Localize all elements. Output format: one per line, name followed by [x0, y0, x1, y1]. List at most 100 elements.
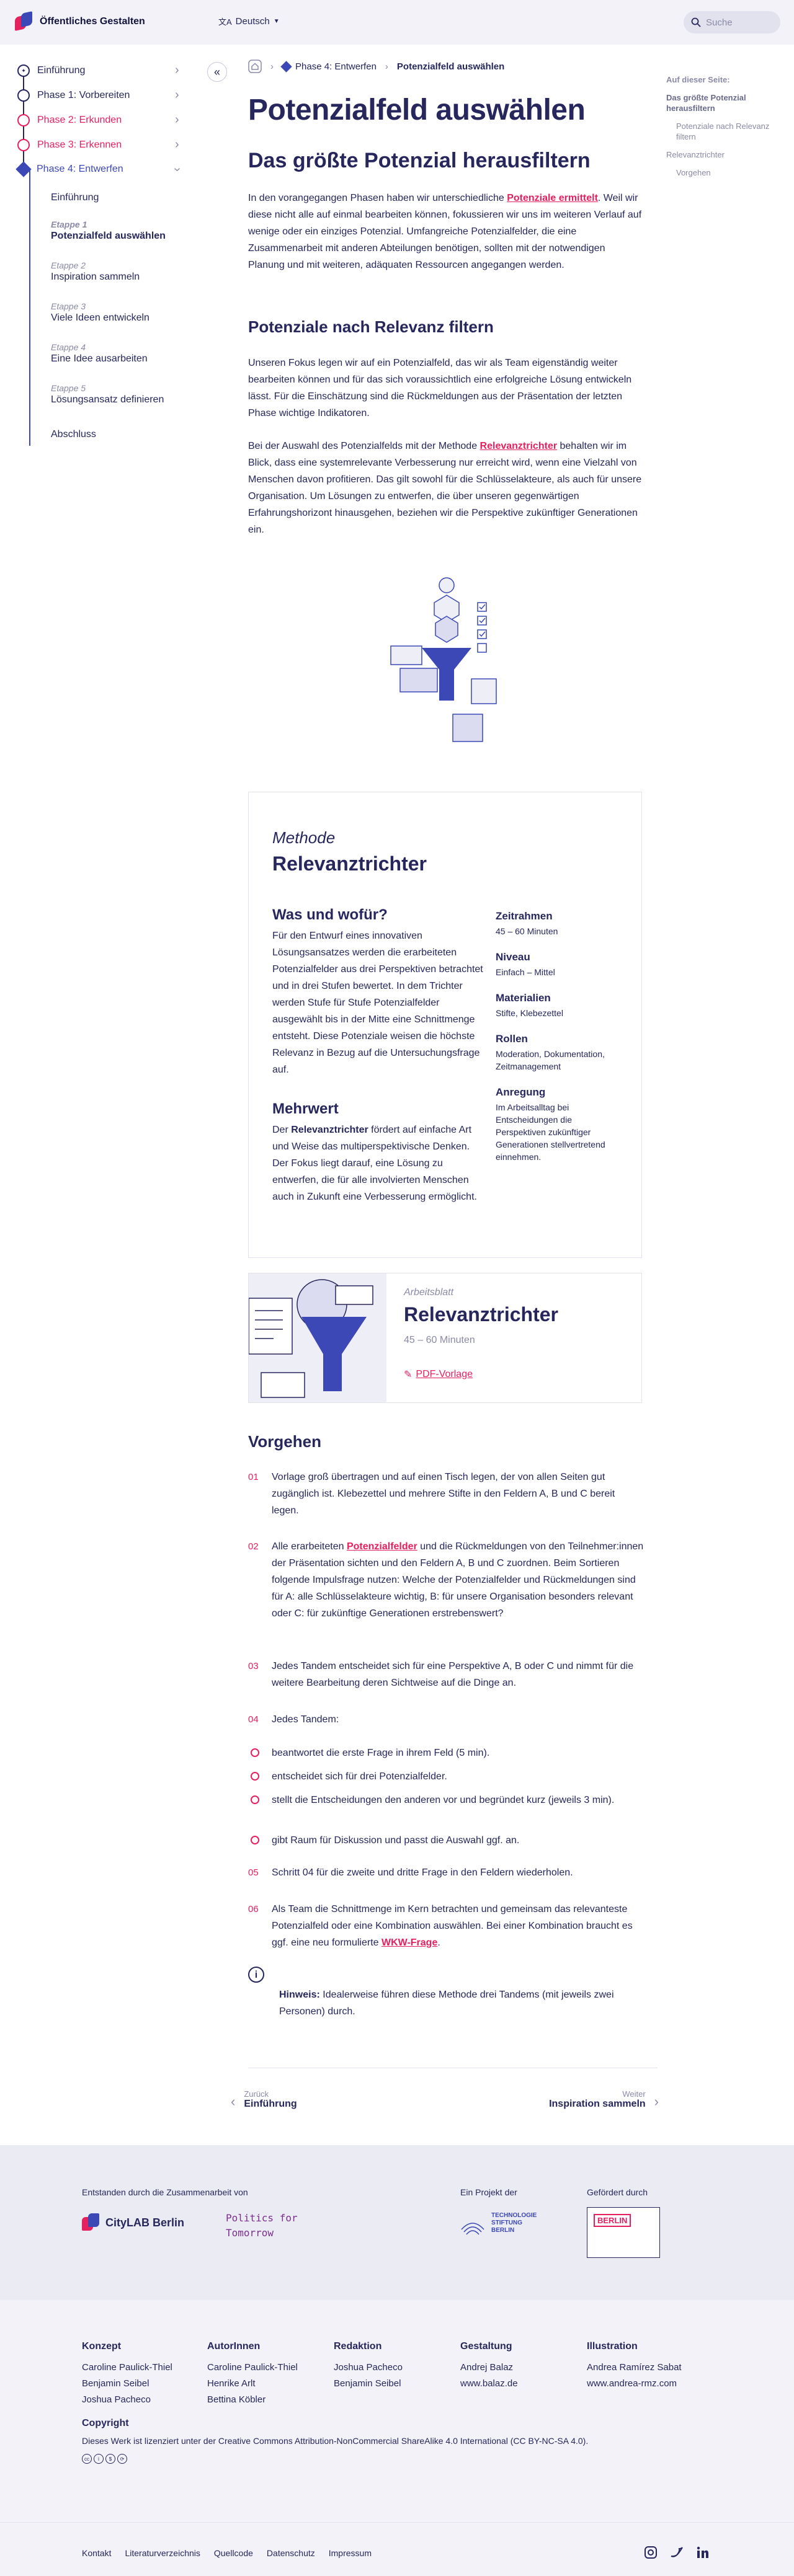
step-04: 04 Jedes Tandem: — [248, 1714, 339, 1725]
step-04-item: gibt Raum für Diskussion und passt die A… — [248, 1832, 645, 1849]
sidebar-closing[interactable]: Abschluss — [51, 429, 96, 440]
sidebar-nav: ✦ Einführung › Phase 1: Vorbereiten › Ph… — [0, 45, 237, 479]
footer-link[interactable]: Literaturverzeichnis — [125, 2548, 200, 2558]
chevron-right-icon: › — [385, 61, 388, 72]
chevron-right-icon[interactable]: › — [175, 88, 179, 102]
politics-for-tomorrow-logo[interactable]: Politics for Tomorrow — [226, 2211, 300, 2241]
wkw-question-link[interactable]: WKW-Frage — [381, 1937, 437, 1948]
step-03: 03 Jedes Tandem entscheidet sich für eine… — [248, 1661, 634, 1688]
worksheet-card: Arbeitsblatt Relevanztrichter 45 – 60 Mi… — [248, 1273, 642, 1403]
relevance-funnel-link[interactable]: Relevanztrichter — [480, 441, 558, 451]
potentials-link[interactable]: Potenziale ermittelt — [507, 193, 598, 203]
step-02: 02 Alle erarbeiteten Potenzialfelder und … — [248, 1541, 644, 1619]
sidebar-item-phase-3[interactable]: Phase 3: Erkennen — [17, 139, 122, 151]
citylab-logo[interactable]: CityLAB Berlin — [82, 2213, 184, 2232]
cc-license-icons[interactable]: cc i $ ⟳ — [82, 2454, 127, 2464]
step-04-item: beantwortet die erste Frage in ihrem Fel… — [248, 1745, 645, 1761]
search-icon — [691, 17, 701, 27]
translate-icon: 文A — [218, 17, 232, 27]
sidebar-step-2[interactable]: Etappe 2 Inspiration sammeln — [51, 260, 140, 283]
toc-heading: Auf dieser Seite: — [666, 75, 730, 84]
prev-page-link[interactable]: ‹ Zurück Einführung — [231, 2089, 297, 2110]
next-page-link[interactable]: Weiter Inspiration sammeln › — [527, 2089, 659, 2110]
footer-link[interactable]: Kontakt — [82, 2548, 111, 2558]
credit-column: Redaktion Joshua Pacheco Benjamin Seibel — [334, 2341, 403, 2389]
diamond-icon — [280, 60, 292, 73]
sidebar-step-1[interactable]: Etappe 1 Potenzialfeld auswählen — [51, 219, 166, 242]
sidebar-sub-intro[interactable]: Einführung — [51, 192, 99, 203]
method-title: Relevanztrichter — [272, 852, 427, 875]
toc-item[interactable]: Das größte Potenzial herausfiltern — [666, 92, 784, 113]
method-kicker: Methode — [272, 828, 336, 847]
pdf-download-link[interactable]: ✎ PDF-Vorlage — [404, 1368, 558, 1381]
method-card: Methode Relevanztrichter Was und wofür? … — [248, 792, 642, 1258]
value-title: Mehrwert — [272, 1100, 339, 1117]
tsb-icon — [461, 2223, 484, 2235]
section-1-text: In den vorangegangen Phasen haben wir un… — [248, 193, 642, 270]
toc-item[interactable]: Potenziale nach Relevanz filtern — [666, 121, 784, 142]
berlin-logo[interactable]: BERLIN — [587, 2207, 660, 2258]
credit-column: Illustration Andrea Ramírez Sabat www.andr… — [587, 2339, 682, 2392]
home-icon[interactable] — [248, 60, 262, 73]
footer-link[interactable]: Quellcode — [214, 2548, 253, 2558]
chevron-left-icon: ‹ — [231, 2094, 236, 2109]
chevron-right-icon[interactable]: › — [175, 138, 179, 152]
breadcrumb-phase[interactable]: Phase 4: Entwerfen — [280, 60, 377, 73]
collapse-sidebar-button[interactable]: « — [207, 62, 227, 82]
credit-link[interactable]: www.andrea-rmz.com — [587, 2376, 682, 2392]
section-2-text-2: Bei der Auswahl des Potenzialfelds mit d… — [248, 441, 642, 535]
credit-column: Gestaltung Andrej Balaz www.balaz.de — [460, 2339, 518, 2392]
edit-icon: ✎ — [404, 1370, 413, 1380]
sidebar-item-intro[interactable]: ✦ Einführung — [17, 64, 85, 77]
hint: i Hinweis: Idealerweise führen diese Met… — [248, 1967, 645, 2020]
sidebar-item-phase-4[interactable]: Phase 4: Entwerfen — [16, 161, 123, 177]
twitter-icon[interactable] — [670, 2546, 684, 2559]
credit-link[interactable]: www.balaz.de — [460, 2376, 518, 2392]
funded-label: Gefördert durch — [587, 2187, 648, 2197]
what-title: Was und wofür? — [272, 906, 388, 923]
site-logo[interactable]: Öffentliches Gestalten — [15, 11, 145, 31]
sidebar-step-5[interactable]: Etappe 5 Lösungsansatz definieren — [51, 383, 164, 405]
sidebar-item-phase-2[interactable]: Phase 2: Erkunden — [17, 114, 122, 126]
worksheet-kicker: Arbeitsblatt — [404, 1287, 454, 1298]
worksheet-illustration — [249, 1273, 386, 1402]
social-links — [644, 2546, 710, 2559]
caret-down-icon: ▼ — [273, 18, 280, 25]
toc-item[interactable]: Relevanztrichter — [666, 149, 784, 160]
instagram-icon[interactable] — [644, 2546, 658, 2559]
step-05: 05 Schritt 04 für die zweite und dritte F… — [248, 1867, 573, 1878]
breadcrumb-current: Potenzialfeld auswählen — [396, 61, 505, 72]
footer-link[interactable]: Impressum — [329, 2548, 372, 2558]
compass-icon: ✦ — [17, 64, 30, 77]
language-selector[interactable]: 文A Deutsch ▼ — [218, 15, 280, 27]
chevron-right-icon: › — [270, 61, 274, 72]
what-text: Für den Entwurf eines innovativen Lösung… — [272, 931, 483, 1075]
footer-link[interactable]: Datenschutz — [267, 2548, 315, 2558]
procedure-title: Vorgehen — [248, 1432, 321, 1451]
step-04-item: stellt die Entscheidungen den anderen vo… — [248, 1792, 645, 1808]
breadcrumb: › Phase 4: Entwerfen › Potenzialfeld aus… — [248, 60, 504, 73]
funnel-illustration — [390, 577, 497, 742]
step-06: 06 Als Team die Schnittmenge im Kern betr… — [248, 1904, 633, 1948]
sidebar-step-3[interactable]: Etappe 3 Viele Ideen entwickeln — [51, 301, 149, 324]
chevron-down-icon[interactable]: › — [170, 167, 184, 172]
circle-icon — [17, 114, 30, 126]
partners-footer: Entstanden durch die Zusammenarbeit von … — [0, 2145, 794, 2300]
circle-icon — [251, 1795, 259, 1804]
chevron-right-icon[interactable]: › — [175, 113, 179, 127]
copyright-block: Copyright Dieses Werk ist lizenziert unte… — [82, 2418, 589, 2446]
toc-item[interactable]: Vorgehen — [666, 167, 784, 178]
diamond-icon — [16, 161, 32, 177]
search-input[interactable]: Suche — [684, 11, 780, 33]
step-04-item: entscheidet sich für drei Potenzialfelde… — [248, 1768, 645, 1785]
section-2-text-1: Unseren Fokus legen wir auf ein Potenzia… — [248, 358, 632, 418]
site-title: Öffentliches Gestalten — [40, 16, 145, 27]
logo-icon — [15, 11, 32, 31]
sidebar-step-4[interactable]: Etappe 4 Eine Idee ausarbeiten — [51, 342, 148, 365]
step-01: 01 Vorlage groß übertragen und auf einen … — [248, 1472, 615, 1516]
tsb-logo[interactable]: TECHNOLOGIE STIFTUNG BERLIN — [460, 2211, 537, 2236]
potential-fields-link[interactable]: Potenzialfelder — [347, 1541, 417, 1552]
chevron-right-icon[interactable]: › — [175, 63, 179, 77]
sidebar-item-phase-1[interactable]: Phase 1: Vorbereiten — [17, 89, 130, 102]
linkedin-icon[interactable] — [696, 2546, 710, 2559]
